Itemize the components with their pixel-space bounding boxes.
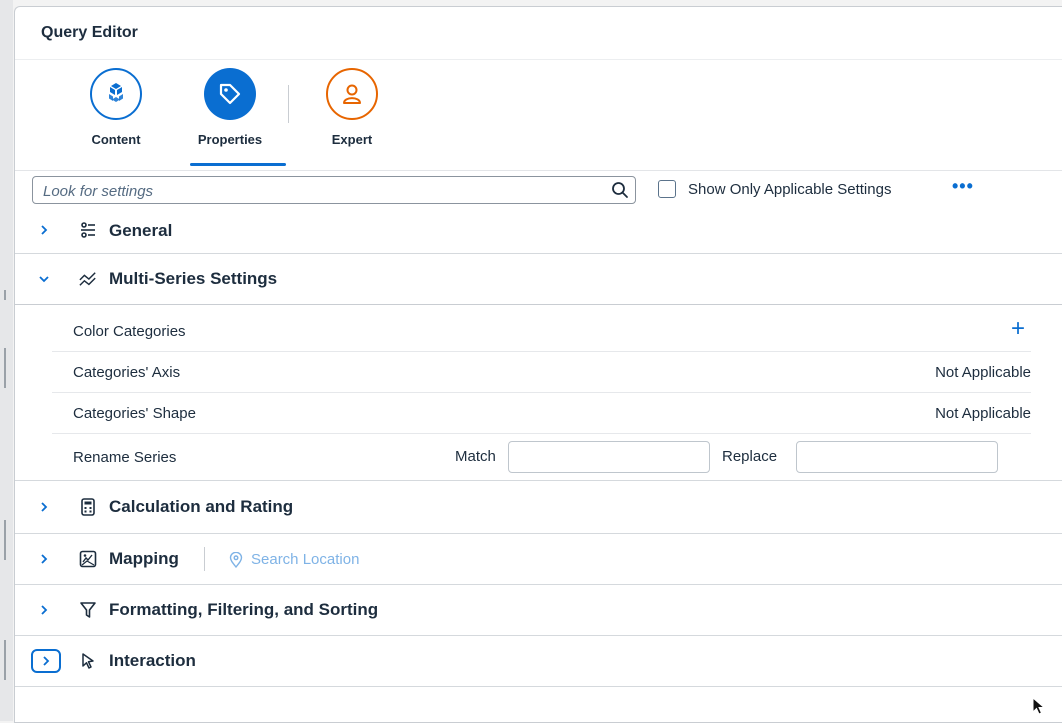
chevron-right-icon[interactable] [35,498,53,516]
person-icon [326,68,378,120]
section-formatting-title: Formatting, Filtering, and Sorting [109,600,379,619]
settings-search-field[interactable] [32,176,636,204]
tab-content-label: Content [91,132,141,147]
setting-row-rename-series: Rename Series Match Replace [52,434,1031,480]
chevron-right-icon[interactable] [35,550,53,568]
edge-mark [4,290,6,300]
setting-row-categories-shape: Categories' Shape Not Applicable [52,393,1031,434]
section-multi-series[interactable]: Multi-Series Settings [15,254,1062,305]
edge-mark [4,348,6,388]
chevron-down-icon[interactable] [35,270,53,288]
categories-shape-label: Categories' Shape [73,405,196,422]
chevron-right-icon[interactable] [35,601,53,619]
search-icon[interactable] [611,181,629,204]
chevron-right-icon[interactable] [35,221,53,239]
section-general-title: General [109,221,173,240]
search-location-link[interactable]: Search Location [229,551,359,568]
section-mapping[interactable]: Mapping Search Location [15,534,1062,585]
section-calculation-rating[interactable]: Calculation and Rating [15,481,1062,534]
settings-search-input[interactable] [41,178,605,204]
mapping-separator [204,547,205,571]
edge-mark [4,520,6,560]
map-icon [79,550,97,568]
categories-shape-value: Not Applicable [935,405,1031,422]
query-editor-panel: Query Editor Content Properties Expert L… [14,6,1062,723]
section-calculation-title: Calculation and Rating [109,497,294,516]
edge-mark [4,640,6,680]
tab-expert[interactable]: Expert [302,68,402,147]
tab-properties-label: Properties [197,132,263,147]
rename-series-label: Rename Series [73,449,177,466]
settings-toolbar: Show Only Applicable Settings ••• [15,170,1062,209]
replace-input[interactable] [803,443,997,473]
chevron-right-icon[interactable] [31,649,61,673]
editor-tabs: Content Properties Expert [15,60,1062,170]
location-pin-icon [229,551,243,568]
match-label: Match [455,448,496,465]
filter-icon [79,601,97,619]
trend-lines-icon [79,270,97,288]
section-formatting[interactable]: Formatting, Filtering, and Sorting [15,585,1062,636]
sliders-icon [79,221,97,239]
section-interaction-title: Interaction [109,651,196,670]
applicable-settings-label[interactable]: Show Only Applicable Settings [688,181,891,198]
section-multi-series-title: Multi-Series Settings [109,269,278,288]
setting-row-categories-axis: Categories' Axis Not Applicable [52,352,1031,393]
tab-selected-indicator [190,163,286,166]
tab-content[interactable]: Content [66,68,166,147]
tab-separator [288,85,289,123]
section-interaction[interactable]: Interaction [15,636,1062,687]
setting-row-color-categories: Color Categories + [52,311,1031,352]
color-categories-label: Color Categories [73,323,186,340]
panel-title: Query Editor [15,7,1062,60]
calculator-icon [79,498,97,516]
tag-icon [204,68,256,120]
add-color-category-button[interactable]: + [1011,317,1025,341]
cursor-pointer-icon [79,652,97,670]
section-mapping-title: Mapping [109,549,179,568]
match-field[interactable] [508,441,710,473]
tab-expert-label: Expert [331,132,373,147]
replace-field[interactable] [796,441,998,473]
tab-properties[interactable]: Properties [180,68,286,166]
categories-axis-value: Not Applicable [935,364,1031,381]
match-input[interactable] [515,443,709,473]
more-options-button[interactable]: ••• [952,176,974,197]
window-left-edge [0,0,13,721]
replace-label: Replace [722,448,778,465]
multi-series-settings: Color Categories + Categories' Axis Not … [15,305,1062,481]
section-general[interactable]: General [15,209,1062,254]
categories-axis-label: Categories' Axis [73,364,181,381]
mouse-cursor-icon [1032,697,1046,715]
cube-icon [90,68,142,120]
applicable-settings-checkbox[interactable] [658,180,676,198]
search-location-label: Search Location [251,551,360,568]
